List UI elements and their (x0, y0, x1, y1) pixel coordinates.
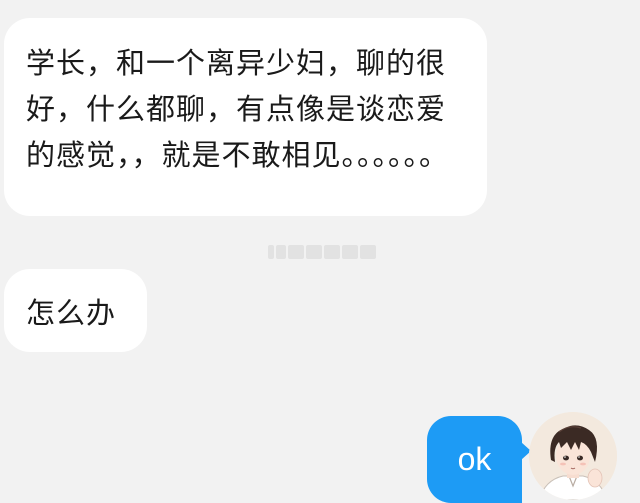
outgoing-message-bubble[interactable]: ok (427, 416, 531, 503)
watermark-glyph (324, 245, 340, 259)
watermark-glyph (306, 245, 322, 259)
watermark-glyph (342, 245, 358, 259)
incoming-message-bubble[interactable]: 怎么办 (4, 269, 147, 352)
user-avatar[interactable] (529, 412, 617, 500)
message-text: 学长，和一个离异少妇，聊的很好，什么都聊，有点像是谈恋爱的感觉，，就是不敢相见。… (26, 46, 450, 172)
incoming-message-bubble[interactable]: 学长，和一个离异少妇，聊的很好，什么都聊，有点像是谈恋爱的感觉，，就是不敢相见。… (4, 18, 487, 216)
watermark-glyph (268, 245, 274, 259)
watermark-glyph (360, 245, 376, 259)
message-text: 怎么办 (26, 295, 117, 330)
message-text: ok (457, 441, 492, 477)
watermark-glyph (288, 245, 304, 259)
avatar-icon (529, 412, 617, 500)
watermark-glyph (276, 245, 286, 259)
watermark (268, 242, 376, 262)
